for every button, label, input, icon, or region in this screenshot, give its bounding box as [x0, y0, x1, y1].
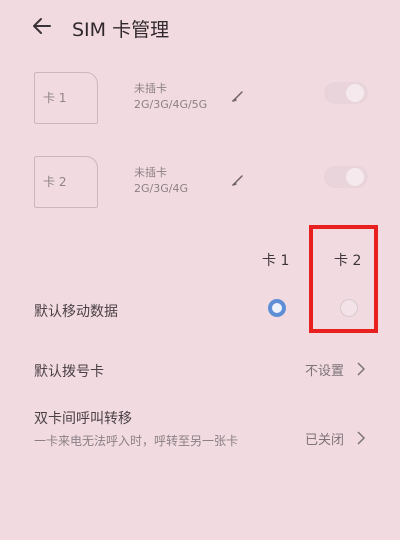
chevron-right-icon	[356, 430, 366, 445]
edit-pencil-icon[interactable]	[230, 88, 246, 104]
sim-card-2-networks: 2G/3G/4G	[134, 182, 188, 195]
sim-card-1-icon: 卡 1	[34, 72, 98, 124]
sim-card-2-icon: 卡 2	[34, 156, 98, 208]
sim-card-1-networks: 2G/3G/4G/5G	[134, 98, 208, 111]
sim-card-1-slot-label: 卡 1	[43, 91, 67, 105]
call-forward-label: 双卡间呼叫转移	[34, 411, 132, 427]
sim-card-1-name: 未插卡	[134, 82, 167, 95]
column-header-card-1: 卡 1	[262, 253, 290, 269]
call-forward-value: 已关闭	[305, 433, 345, 448]
default-data-card-1-radio[interactable]	[268, 299, 286, 317]
sim-card-2-slot-label: 卡 2	[43, 175, 67, 189]
default-dial-label: 默认拨号卡	[34, 364, 104, 380]
sim-card-2-toggle[interactable]	[324, 166, 368, 188]
default-dial-value: 不设置	[305, 364, 345, 379]
sim-card-1-toggle[interactable]	[324, 82, 368, 104]
page-title: SIM 卡管理	[72, 19, 170, 41]
sim-card-2-name: 未插卡	[134, 166, 167, 179]
back-arrow-icon[interactable]	[30, 14, 54, 38]
call-forward-description: 一卡来电无法呼入时，呼转至另一张卡	[34, 434, 239, 448]
default-data-label: 默认移动数据	[34, 304, 118, 320]
highlight-annotation-box	[309, 225, 378, 333]
edit-pencil-icon[interactable]	[230, 172, 246, 188]
chevron-right-icon	[356, 361, 366, 376]
